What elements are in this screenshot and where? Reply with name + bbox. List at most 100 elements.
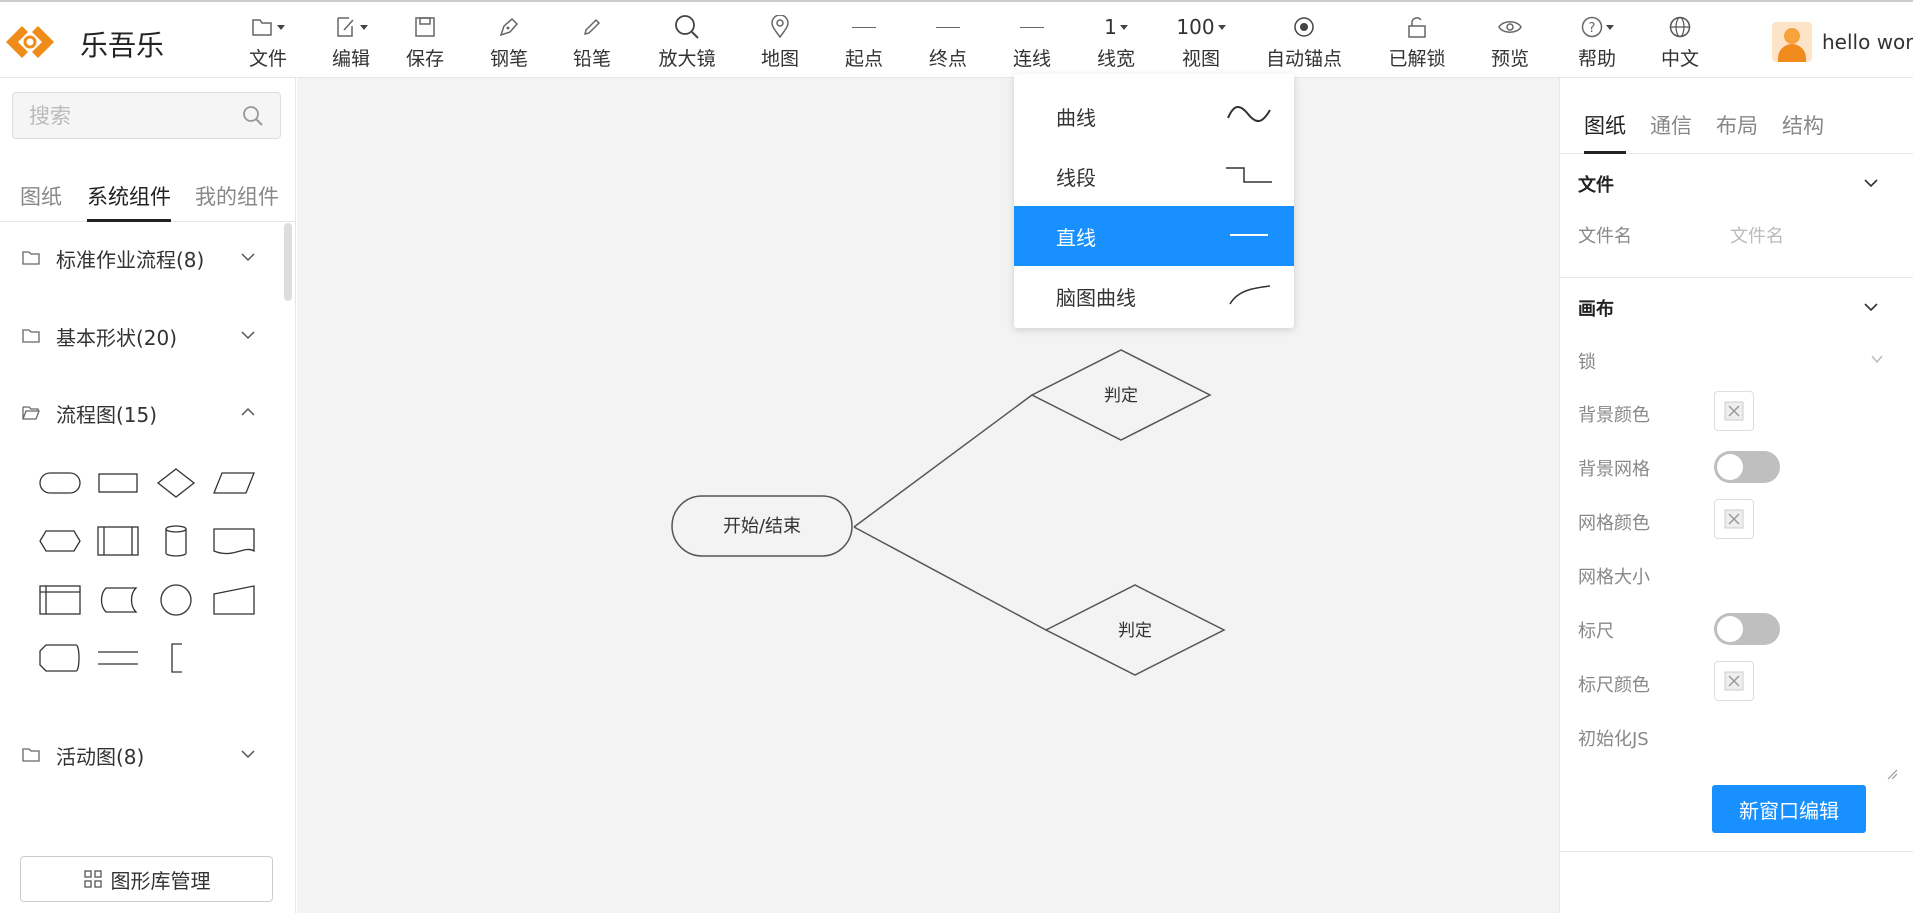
category-flowchart[interactable]: 流程图(15)	[0, 388, 280, 438]
display-shape[interactable]	[36, 638, 84, 678]
line-type-dropdown: 曲线 线段 直线 脑图曲线	[1014, 74, 1294, 328]
decision-label: 判定	[1104, 386, 1138, 406]
parallel-lines-shape[interactable]	[94, 638, 142, 678]
preparation-shape[interactable]	[36, 521, 84, 561]
toolbar-edit[interactable]: 编辑	[321, 12, 381, 74]
start-end-node[interactable]: 开始/结束	[671, 495, 853, 557]
decision-node-top[interactable]: 判定	[1030, 349, 1212, 441]
toolbar-label: 线宽	[1096, 48, 1135, 70]
document-shape[interactable]	[210, 521, 258, 561]
toolbar-magnifier[interactable]: 放大镜	[655, 12, 719, 74]
toolbar-pencil[interactable]: 铅笔	[570, 12, 614, 74]
flowchart-shape-palette	[36, 463, 276, 718]
toolbar-view[interactable]: 100 视图	[1176, 12, 1226, 74]
file-icon	[251, 19, 272, 36]
search-input[interactable]	[29, 101, 229, 131]
annotation-shape[interactable]	[152, 638, 200, 678]
decision-node-bottom[interactable]: 判定	[1044, 584, 1226, 676]
toolbar-label: 终点	[928, 48, 967, 70]
toolbar-label: 编辑	[331, 48, 370, 70]
toolbar-map[interactable]: 地图	[758, 12, 802, 74]
sidebar-scrollbar[interactable]	[284, 223, 292, 301]
line-icon	[1020, 26, 1044, 28]
category-label: 活动图(8)	[56, 745, 145, 769]
globe-icon	[1669, 16, 1691, 38]
category-standard-workflow[interactable]: 标准作业流程(8)	[0, 233, 280, 283]
database-shape[interactable]	[152, 521, 200, 561]
avatar	[1772, 22, 1812, 62]
tab-communication[interactable]: 通信	[1650, 110, 1692, 154]
terminator-shape[interactable]	[36, 463, 84, 503]
tab-system-components[interactable]: 系统组件	[87, 178, 171, 222]
toolbar-save[interactable]: 保存	[403, 12, 447, 74]
category-activity-diagram[interactable]: 活动图(8)	[0, 730, 280, 780]
background-color-swatch[interactable]	[1714, 391, 1754, 431]
decision-shape[interactable]	[152, 463, 200, 503]
logo-icon	[0, 12, 60, 72]
line-end-icon	[936, 26, 960, 28]
magnifier-icon	[675, 15, 699, 39]
ruler-label: 标尺	[1578, 621, 1614, 642]
ruler-toggle[interactable]	[1714, 613, 1780, 645]
chevron-down-icon[interactable]	[1862, 174, 1880, 192]
predefined-process-shape[interactable]	[94, 521, 142, 561]
tab-layout[interactable]: 布局	[1716, 110, 1758, 154]
toolbar-connect[interactable]: 连线	[1010, 12, 1054, 74]
toolbar-help[interactable]: ? 帮助	[1572, 12, 1622, 74]
file-section-title[interactable]: 文件	[1578, 171, 1614, 197]
canvas-section-title[interactable]: 画布	[1578, 295, 1614, 321]
connection-line-top[interactable]	[853, 394, 1033, 528]
line-option-polyline[interactable]: 线段	[1014, 146, 1294, 206]
user-menu[interactable]: hello worl	[1772, 20, 1913, 64]
divider	[1560, 851, 1913, 852]
toolbar-start[interactable]: 起点	[842, 12, 886, 74]
process-shape[interactable]	[94, 463, 142, 503]
toolbar-linewidth[interactable]: 1 线宽	[1094, 12, 1138, 74]
library-manage-button[interactable]: 图形库管理	[20, 856, 273, 902]
connection-line-bottom[interactable]	[853, 526, 1047, 631]
option-label: 脑图曲线	[1056, 286, 1136, 310]
line-option-straight[interactable]: 直线	[1014, 206, 1294, 266]
toolbar-file[interactable]: 文件	[238, 12, 298, 74]
tab-structure[interactable]: 结构	[1782, 110, 1824, 154]
line-option-curve[interactable]: 曲线	[1014, 86, 1294, 146]
toolbar-unlocked[interactable]: 已解锁	[1386, 12, 1448, 74]
manual-input-shape[interactable]	[210, 580, 258, 620]
lock-label: 锁	[1578, 352, 1596, 373]
toolbar-end[interactable]: 终点	[926, 12, 970, 74]
background-grid-label: 背景网格	[1578, 459, 1650, 480]
drawing-canvas[interactable]: 开始/结束 判定 判定	[297, 78, 1559, 913]
toolbar-preview[interactable]: 预览	[1488, 12, 1532, 74]
ruler-color-swatch[interactable]	[1714, 661, 1754, 701]
background-grid-toggle[interactable]	[1714, 451, 1780, 483]
stored-data-shape[interactable]	[94, 580, 142, 620]
decision-label: 判定	[1118, 621, 1152, 641]
tab-drawing[interactable]: 图纸	[1584, 110, 1626, 154]
chevron-down-icon[interactable]	[1862, 298, 1880, 316]
filename-input[interactable]: 文件名	[1730, 222, 1784, 248]
tab-my-components[interactable]: 我的组件	[195, 178, 279, 222]
option-label: 直线	[1056, 226, 1096, 250]
library-manage-label: 图形库管理	[110, 868, 211, 893]
toolbar-autoanchor[interactable]: 自动锚点	[1263, 12, 1345, 74]
search-icon[interactable]	[242, 105, 264, 127]
lock-select-chevron-icon[interactable]	[1870, 352, 1884, 366]
curve-icon	[1227, 106, 1271, 122]
grid-icon	[83, 870, 102, 888]
connector-shape[interactable]	[152, 580, 200, 620]
category-label: 标准作业流程(8)	[56, 248, 205, 272]
tab-drawings[interactable]: 图纸	[20, 178, 62, 222]
grid-color-swatch[interactable]	[1714, 499, 1754, 539]
top-toolbar: 乐吾乐 文件 编辑 保存 钢笔 铅笔 放大镜 地图 起点 终点 连线 1 线宽 …	[0, 0, 1913, 78]
color-picker-icon	[1724, 671, 1744, 691]
resize-handle-icon[interactable]	[1886, 768, 1898, 780]
toolbar-label: 视图	[1181, 48, 1220, 70]
toolbar-language[interactable]: 中文	[1658, 12, 1702, 74]
new-window-edit-button[interactable]: 新窗口编辑	[1712, 785, 1866, 833]
internal-storage-shape[interactable]	[36, 580, 84, 620]
data-shape[interactable]	[210, 463, 258, 503]
category-basic-shapes[interactable]: 基本形状(20)	[0, 311, 280, 361]
toolbar-pen[interactable]: 钢笔	[487, 12, 531, 74]
polyline-icon	[1226, 167, 1272, 183]
line-option-mindmap-curve[interactable]: 脑图曲线	[1014, 266, 1294, 326]
